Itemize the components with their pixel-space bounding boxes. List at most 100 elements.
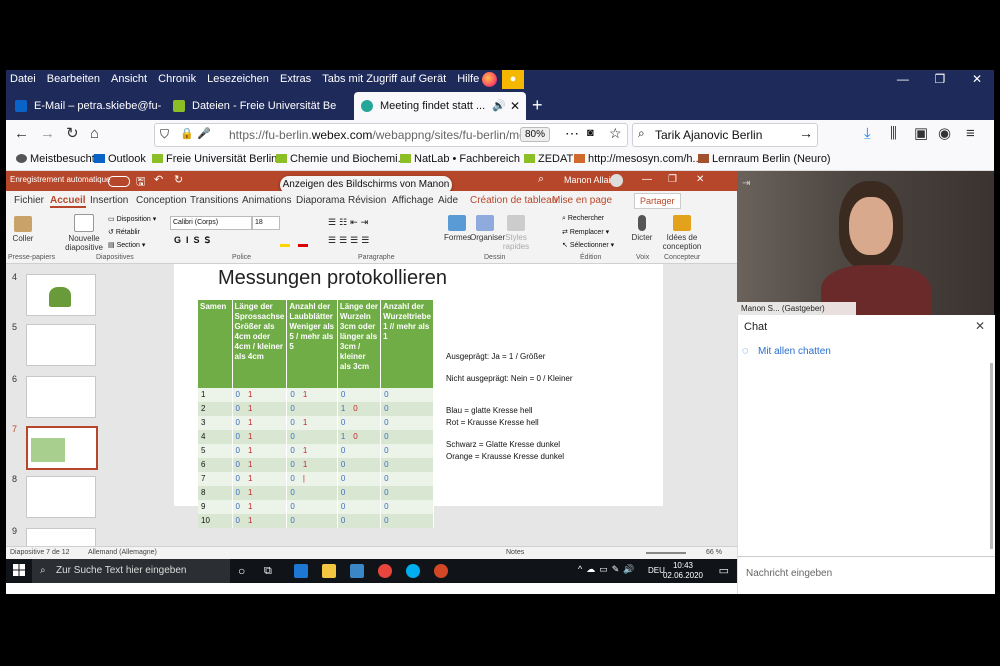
chat-message-input[interactable]: Nachricht eingeben [738,556,995,595]
reload-icon[interactable]: ↻ [66,125,79,143]
bookmark-meistbesucht[interactable]: Meistbesucht [16,153,95,165]
quick-styles-button[interactable]: Styles rapides [502,215,530,251]
close-window-icon[interactable]: ✕ [960,70,994,89]
tab-mise-en-page[interactable]: Mise en page [552,195,612,206]
table-cell[interactable]: 01 [232,486,288,500]
table-cell[interactable]: 0 [380,458,434,472]
maximize-icon[interactable]: ❐ [668,174,677,185]
table-cell[interactable]: 0 [380,416,434,430]
menu-bearbeiten[interactable]: Bearbeiten [43,70,104,85]
bookmark-chemie[interactable]: Chemie und Biochemi... [276,153,407,165]
search-icon[interactable]: ⌕ [538,173,544,186]
tab-diaporama[interactable]: Diaporama [296,195,345,206]
table-cell[interactable]: 0 [380,430,434,444]
slide-thumbnail[interactable] [26,274,96,316]
dictate-button[interactable]: Dicter [630,215,654,242]
pocket-icon[interactable]: ◙ [587,127,594,139]
table-cell[interactable]: 0 [337,458,382,472]
cortana-icon[interactable]: ○ [238,564,252,578]
table-cell[interactable]: 0 [337,388,382,402]
table-cell[interactable]: 01 [232,430,288,444]
tab-creation-tableau[interactable]: Création de tableau [470,195,557,206]
tab-accueil[interactable]: Accueil [50,195,86,208]
find-button[interactable]: ⌕ Rechercher [562,215,604,223]
table-cell[interactable]: 0 [337,500,382,514]
slide-canvas[interactable]: Messungen protokollieren Samen Länge der … [174,264,663,528]
reset-button[interactable]: ↺ Rétablir [108,228,140,236]
table-cell[interactable]: 0 [286,500,338,514]
table-cell[interactable]: 6 [198,458,233,472]
slide-thumbnail[interactable] [26,376,96,418]
search-go-icon[interactable]: → [799,125,813,141]
table-cell[interactable]: 3 [198,416,233,430]
close-chat-icon[interactable]: ✕ [975,319,985,333]
replace-button[interactable]: ⇄ Remplacer ▾ [562,228,609,236]
bookmark-zedat[interactable]: ZEDAT [524,153,573,165]
table-cell[interactable]: 8 [198,486,233,500]
table-cell[interactable]: 2 [198,402,233,416]
redo-icon[interactable]: ↻ [174,173,183,186]
table-cell[interactable]: 10 [337,430,382,444]
layout-button[interactable]: ▭ Disposition ▾ [108,215,156,223]
tab-aide[interactable]: Aide [438,195,458,206]
skype-icon[interactable] [406,564,420,578]
new-slide-button[interactable]: Nouvelle diapositive [64,214,104,252]
chat-with-everyone[interactable]: Mit allen chatten [758,346,831,357]
table-cell[interactable]: 0 [286,402,338,416]
highlight-icon[interactable] [280,234,290,247]
powerpoint-icon[interactable] [434,564,448,578]
menu-hilfe[interactable]: Hilfe [453,70,483,85]
table-cell[interactable]: 7 [198,472,233,486]
table-cell[interactable]: 0 [286,430,338,444]
table-cell[interactable]: 01 [232,388,288,402]
avatar[interactable] [610,174,623,187]
bookmark-natlab[interactable]: NatLab • Fachbereich ... [400,153,532,165]
edge-icon[interactable] [294,564,308,578]
notes-button[interactable]: Notes [506,549,524,556]
table-cell[interactable]: 0 [380,472,434,486]
notifications-icon[interactable]: ▭ [719,564,729,577]
table-cell[interactable]: 01 [286,458,338,472]
save-icon[interactable]: 🖫 [136,173,145,192]
menu-extras[interactable]: Extras [276,70,315,85]
tab-email[interactable]: E-Mail – petra.skiebe@fu-berlin [8,92,162,120]
url-bar[interactable]: ⛉ 🔒 🎤 https://fu-berlin.webex.com/webapp… [154,123,628,147]
slide-thumbnail[interactable] [26,528,96,546]
tab-conception[interactable]: Conception [136,195,187,206]
arrange-button[interactable]: Organiser [470,215,505,242]
table-cell[interactable]: 01 [232,444,288,458]
mail-icon[interactable] [350,564,364,578]
tab-animations[interactable]: Animations [242,195,291,206]
table-cell[interactable]: 0 | [286,472,338,486]
bookmark-mesosyn[interactable]: http://mesosyn.com/h... [574,153,702,165]
select-button[interactable]: ↖ Sélectionner ▾ [562,241,614,249]
font-format-icons[interactable]: GIS𝖲 [174,235,215,246]
account-icon[interactable]: ◉ [938,125,951,143]
windows-start-icon[interactable] [13,564,25,576]
slide-thumbnail[interactable] [26,324,96,366]
tab-revision[interactable]: Révision [348,195,386,206]
tab-dateien[interactable]: Dateien - Freie Universität Berlin [166,92,336,120]
design-ideas-button[interactable]: Idées de conception [662,215,702,251]
table-cell[interactable]: 5 [198,444,233,458]
paste-button[interactable]: Coller [10,216,36,243]
maximize-icon[interactable]: ❐ [923,70,957,89]
table-cell[interactable]: 01 [232,416,288,430]
taskbar-clock[interactable]: 10:43 02.06.2020 [663,561,703,581]
new-tab-button[interactable]: + [532,92,543,118]
table-cell[interactable]: 9 [198,500,233,514]
bookmark-star-icon[interactable]: ☆ [609,125,622,142]
menu-chronik[interactable]: Chronik [154,70,200,85]
file-explorer-icon[interactable] [322,564,336,578]
autosave-toggle[interactable] [108,176,130,187]
list-icons[interactable]: ☰☷⇤⇥ [328,217,371,228]
slide-thumbnail[interactable] [26,476,96,518]
table-cell[interactable]: 0 [380,402,434,416]
table-cell[interactable]: 0 [337,444,382,458]
shapes-button[interactable]: Formes [444,215,471,242]
search-input[interactable]: Tarik Ajanovic Berlin [655,128,762,142]
home-icon[interactable]: ⌂ [90,125,99,143]
table-cell[interactable]: 0 [380,444,434,458]
zoom-level[interactable]: 80% [520,127,551,142]
menu-datei[interactable]: Datei [6,70,40,85]
